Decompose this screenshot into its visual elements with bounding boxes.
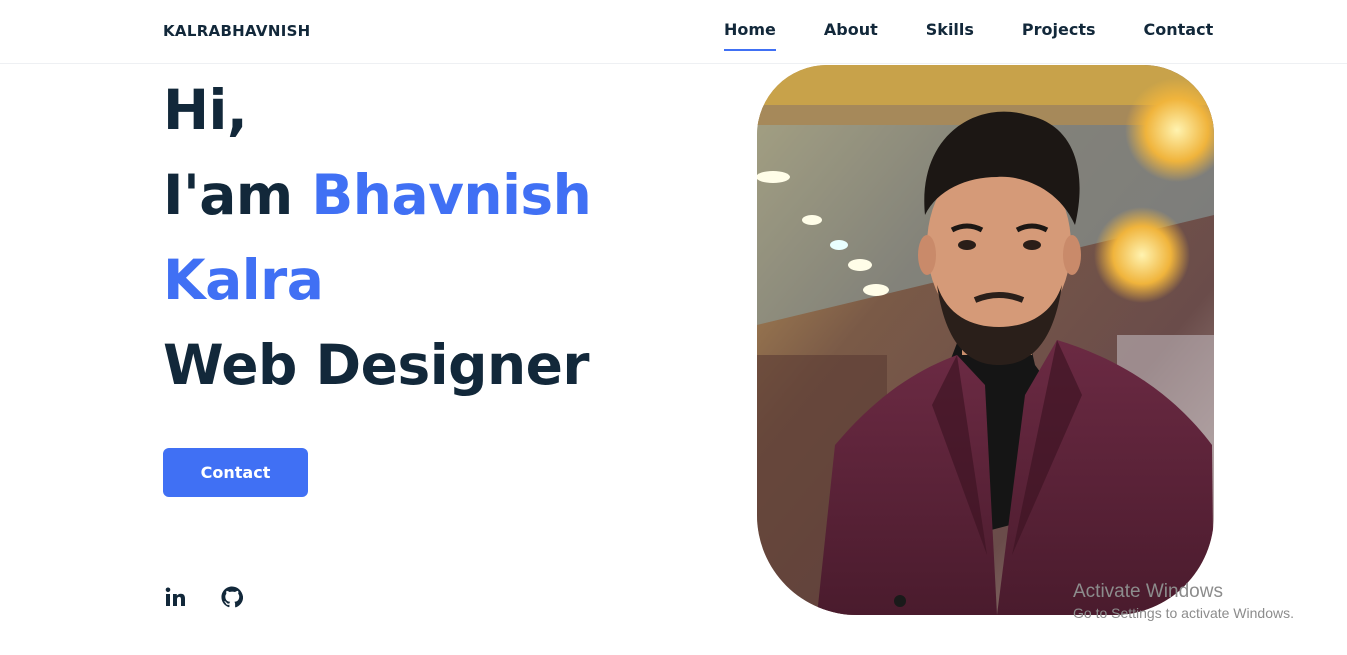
profile-photo — [757, 65, 1214, 615]
site-logo[interactable]: KALRABHAVNISH — [163, 22, 311, 40]
nav-projects[interactable]: Projects — [1022, 20, 1096, 51]
hero-last-name: Kalra — [163, 248, 324, 312]
nav-about[interactable]: About — [824, 20, 878, 51]
hero-role: Web Designer — [163, 333, 590, 397]
github-icon[interactable] — [220, 585, 244, 609]
social-links — [163, 585, 277, 609]
hero-first-name: Bhavnish — [311, 163, 592, 227]
nav-home[interactable]: Home — [724, 20, 776, 51]
main-nav: Home About Skills Projects Contact — [724, 20, 1261, 51]
linkedin-icon[interactable] — [163, 585, 187, 609]
nav-contact[interactable]: Contact — [1144, 20, 1214, 51]
contact-button[interactable]: Contact — [163, 448, 308, 497]
hero-intro: I'am Bhavnish — [163, 168, 592, 223]
hero-intro-prefix: I'am — [163, 163, 312, 227]
hero-greeting: Hi, — [163, 78, 248, 142]
site-header: KALRABHAVNISH Home About Skills Projects… — [0, 0, 1347, 64]
nav-skills[interactable]: Skills — [926, 20, 974, 51]
